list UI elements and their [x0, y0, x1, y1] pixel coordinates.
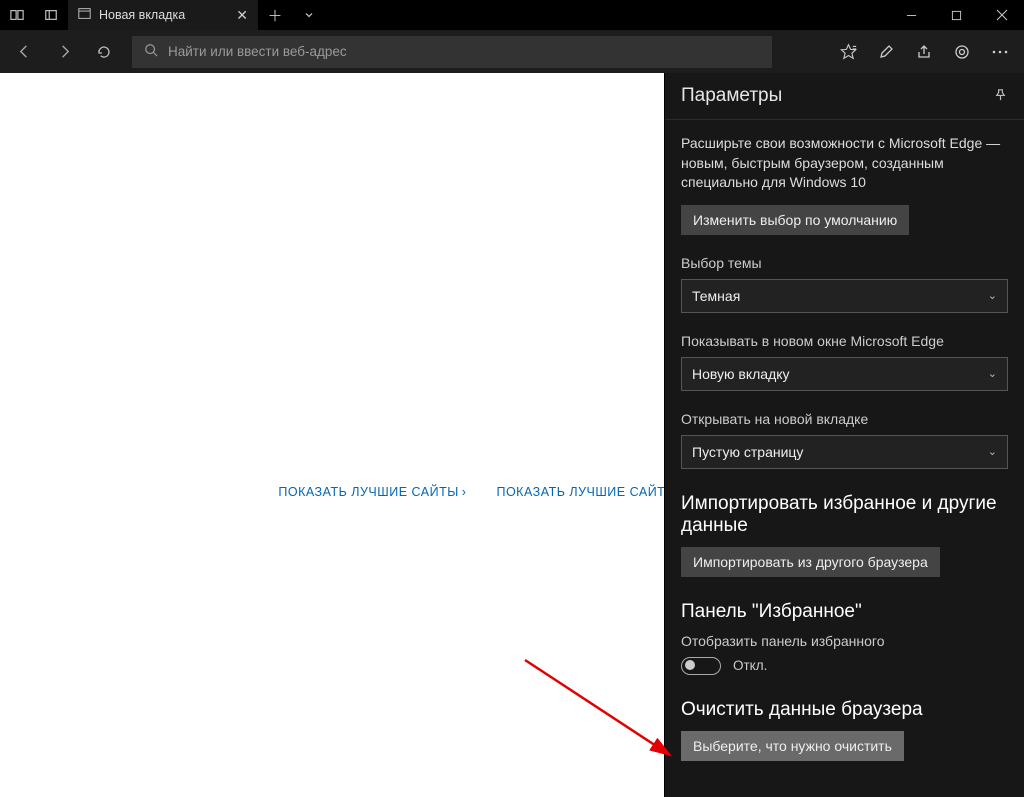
theme-label: Выбор темы	[681, 255, 1008, 271]
settings-panel: Параметры Расширьте свои возможности с M…	[664, 73, 1024, 797]
open-with-selector[interactable]: Новую вкладку ⌄	[681, 357, 1008, 391]
chevron-right-icon: ›	[462, 485, 467, 499]
chevron-down-icon: ⌄	[988, 289, 997, 302]
favorites-star-icon[interactable]	[830, 34, 866, 70]
maximize-button[interactable]	[934, 0, 979, 30]
back-button[interactable]	[6, 34, 42, 70]
favorites-bar-toggle-row: Откл.	[681, 657, 1008, 675]
share-icon[interactable]	[906, 34, 942, 70]
clear-data-title: Очистить данные браузера	[681, 699, 1008, 721]
import-title: Импортировать избранное и другие данные	[681, 493, 1008, 537]
chevron-down-icon: ⌄	[988, 445, 997, 458]
refresh-button[interactable]	[86, 34, 122, 70]
hub-icon[interactable]	[944, 34, 980, 70]
forward-button[interactable]	[46, 34, 82, 70]
pin-icon[interactable]	[993, 87, 1008, 105]
favorites-bar-toggle-label: Откл.	[733, 658, 767, 673]
toolbar: Найти или ввести веб-адрес	[0, 30, 1024, 73]
show-top-sites-link[interactable]: ПОКАЗАТЬ ЛУЧШИЕ САЙТЫ ›	[278, 485, 466, 499]
tab-favicon-icon	[78, 7, 91, 23]
promo-text: Расширьте свои возможности с Microsoft E…	[681, 134, 1008, 193]
set-aside-tabs-icon[interactable]	[0, 0, 34, 30]
tabs-chevron-icon[interactable]	[292, 0, 326, 30]
favorites-bar-toggle[interactable]	[681, 657, 721, 675]
newtab-label: Открывать на новой вкладке	[681, 411, 1008, 427]
close-tab-icon[interactable]: ✕	[236, 7, 248, 24]
settings-header: Параметры	[665, 73, 1024, 119]
window-controls	[889, 0, 1024, 30]
browser-tab[interactable]: Новая вкладка ✕	[68, 0, 258, 30]
search-icon	[144, 43, 158, 60]
minimize-button[interactable]	[889, 0, 934, 30]
chevron-down-icon: ⌄	[988, 367, 997, 380]
favorites-bar-label: Отобразить панель избранного	[681, 633, 1008, 649]
show-tabs-aside-icon[interactable]	[34, 0, 68, 30]
favorites-bar-title: Панель "Избранное"	[681, 601, 1008, 623]
settings-body: Расширьте свои возможности с Microsoft E…	[665, 119, 1024, 781]
new-tab-button[interactable]: ＋	[258, 0, 292, 30]
choose-clear-button[interactable]: Выберите, что нужно очистить	[681, 731, 904, 761]
theme-selector[interactable]: Темная ⌄	[681, 279, 1008, 313]
ntp-link-label: ПОКАЗАТЬ ЛУЧШИЕ САЙТЫ	[278, 485, 458, 499]
open-with-label: Показывать в новом окне Microsoft Edge	[681, 333, 1008, 349]
change-default-button[interactable]: Изменить выбор по умолчанию	[681, 205, 909, 235]
notes-icon[interactable]	[868, 34, 904, 70]
settings-title: Параметры	[681, 85, 782, 107]
theme-value: Темная	[692, 288, 740, 304]
more-menu-icon[interactable]	[982, 34, 1018, 70]
open-with-value: Новую вкладку	[692, 366, 790, 382]
tab-title: Новая вкладка	[99, 8, 185, 22]
import-button[interactable]: Импортировать из другого браузера	[681, 547, 940, 577]
newtab-selector[interactable]: Пустую страницу ⌄	[681, 435, 1008, 469]
address-placeholder: Найти или ввести веб-адрес	[168, 44, 347, 59]
address-bar[interactable]: Найти или ввести веб-адрес	[132, 36, 772, 68]
tab-strip: Новая вкладка ✕ ＋	[0, 0, 1024, 30]
close-window-button[interactable]	[979, 0, 1024, 30]
newtab-value: Пустую страницу	[692, 444, 803, 460]
